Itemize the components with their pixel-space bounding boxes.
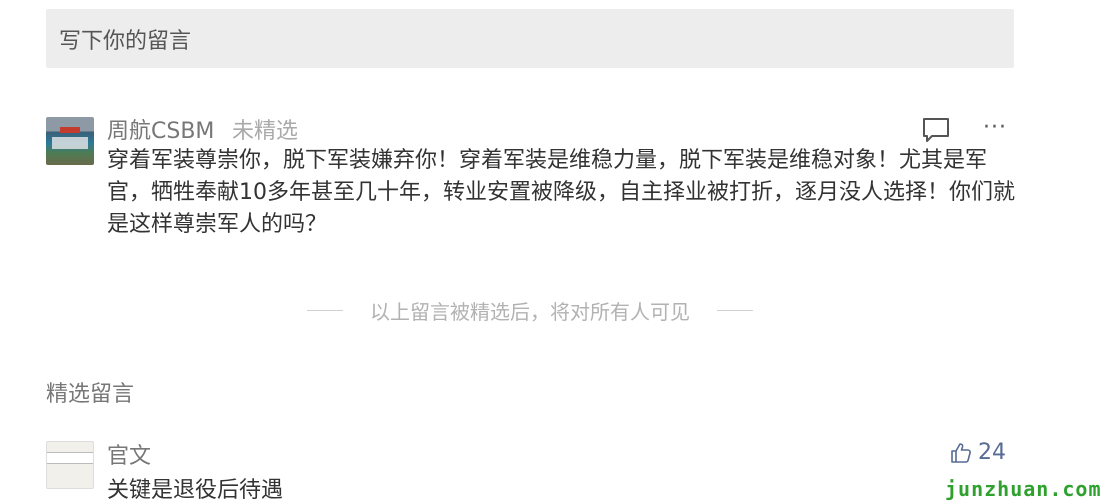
message-input-placeholder: 写下你的留言	[59, 28, 192, 54]
divider-right	[717, 310, 753, 311]
featured-comment-text: 关键是退役后待遇	[107, 478, 284, 503]
site-watermark: junzhuan.com	[945, 477, 1102, 501]
notice-text: 以上留言被精选后，将对所有人可见	[370, 300, 690, 324]
avatar-flag-shape	[60, 127, 80, 133]
avatar-building-shape	[52, 137, 88, 149]
like-button[interactable]: 24	[950, 440, 1006, 465]
avatar[interactable]	[46, 117, 94, 165]
thumbs-up-icon	[951, 442, 971, 463]
featured-nickname: 官文	[107, 444, 152, 469]
comment-text: 穿着军装尊崇你，脱下军装嫌弃你！穿着军装是维稳力量，脱下军装是维稳对象！尤其是军…	[107, 148, 1015, 237]
comments-page: 写下你的留言 周航CSBM 未精选 ··· 穿着军装尊崇你，脱下军装嫌弃你！穿着…	[0, 0, 1119, 504]
like-count: 24	[978, 440, 1006, 465]
comment-nickname: 周航CSBM	[107, 119, 215, 144]
more-dots-icon[interactable]: ···	[983, 117, 1009, 139]
visibility-notice: 以上留言被精选后，将对所有人可见	[307, 296, 753, 325]
featured-section-title: 精选留言	[46, 382, 135, 407]
comment-bubble-icon[interactable]	[922, 117, 950, 143]
avatar[interactable]	[46, 441, 94, 489]
avatar-calligraphy-shape	[47, 452, 93, 464]
status-badge: 未精选	[232, 119, 299, 144]
divider-left	[307, 310, 343, 311]
message-input[interactable]: 写下你的留言	[46, 9, 1014, 68]
